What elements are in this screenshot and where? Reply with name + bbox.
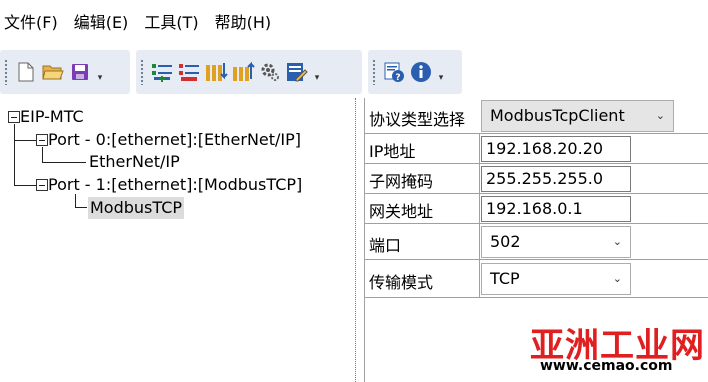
chevron-down-icon: ⌄ — [612, 235, 622, 248]
new-file-icon[interactable] — [14, 60, 38, 84]
tree-node-label: EtherNet/IP — [89, 152, 180, 171]
select-value: TCP — [490, 269, 520, 288]
toolbar-group-file: ▾ — [0, 50, 130, 94]
tree-connector — [14, 124, 15, 186]
tree-node-port1[interactable]: Port - 1:[ethernet]:[ModbusTCP] — [36, 174, 302, 196]
tree-node-label: Port - 1:[ethernet]:[ModbusTCP] — [48, 175, 303, 194]
tree-node-root[interactable]: EIP-MTC — [8, 106, 84, 128]
toolbar-overflow-icon[interactable]: ▾ — [312, 59, 322, 85]
property-row-mask: 子网掩码 255.255.255.0 — [365, 164, 708, 194]
menu-bar: 文件(F) 编辑(E) 工具(T) 帮助(H) — [0, 0, 708, 46]
collapse-icon[interactable] — [36, 134, 48, 146]
tree-node-port0[interactable]: Port - 0:[ethernet]:[EtherNet/IP] — [36, 129, 301, 151]
collapse-icon[interactable] — [36, 179, 48, 191]
property-row-gateway: 网关地址 192.168.0.1 — [365, 194, 708, 224]
menu-edit[interactable]: 编辑(E) — [68, 13, 135, 33]
subnet-mask-field[interactable]: 255.255.255.0 — [481, 166, 631, 192]
toolbar-group-ports: ▾ — [136, 50, 362, 94]
toolbar: ▾ ▾ ? ▾ — [0, 50, 708, 94]
divider — [479, 164, 480, 193]
tree-connector — [75, 207, 87, 208]
transfer-mode-select[interactable]: TCP ⌄ — [481, 263, 631, 295]
open-folder-icon[interactable] — [41, 60, 65, 84]
tree-node-label: EIP-MTC — [20, 107, 84, 126]
tree-node-ethernetip[interactable]: EtherNet/IP — [89, 151, 180, 173]
port-select[interactable]: 502 ⌄ — [481, 226, 631, 258]
property-row-ip: IP地址 192.168.20.20 — [365, 134, 708, 164]
property-row-port: 端口 502 ⌄ — [365, 224, 708, 260]
panel-splitter[interactable] — [355, 98, 356, 382]
device-tree: EIP-MTC Port - 0:[ethernet]:[EtherNet/IP… — [0, 98, 352, 382]
watermark: 亚洲工业网 www.cemao.com — [530, 318, 708, 382]
toolbar-grip[interactable] — [372, 59, 376, 85]
info-icon[interactable] — [409, 60, 433, 84]
tree-connector — [75, 194, 76, 208]
tree-connector — [14, 140, 36, 141]
menu-help[interactable]: 帮助(H) — [209, 13, 278, 33]
property-label: 协议类型选择 — [369, 110, 466, 129]
property-label: 传输模式 — [369, 273, 434, 292]
divider — [479, 194, 480, 223]
tree-connector — [42, 162, 86, 163]
property-row-protocol: 协议类型选择 ModbusTcpClient ⌄ — [365, 98, 708, 134]
svg-text:?: ? — [395, 73, 400, 83]
tree-node-modbustcp[interactable]: ModbusTCP — [88, 197, 185, 219]
tree-node-label: ModbusTCP — [90, 198, 183, 217]
divider — [479, 224, 480, 259]
property-label: 端口 — [369, 236, 402, 255]
menu-tools[interactable]: 工具(T) — [138, 13, 204, 33]
tree-connector — [42, 147, 43, 163]
divider — [479, 134, 480, 163]
export-icon[interactable] — [231, 60, 255, 84]
property-row-mode: 传输模式 TCP ⌄ — [365, 260, 708, 298]
tree-connector — [14, 185, 36, 186]
property-label: IP地址 — [369, 142, 416, 161]
help-icon[interactable]: ? — [382, 60, 406, 84]
chevron-down-icon: ⌄ — [612, 272, 622, 285]
property-label: 网关地址 — [369, 202, 434, 221]
remove-port-icon[interactable] — [177, 60, 201, 84]
toolbar-group-help: ? ▾ — [368, 50, 462, 94]
ip-address-field[interactable]: 192.168.20.20 — [481, 136, 631, 162]
toolbar-grip[interactable] — [140, 59, 144, 85]
watermark-url: www.cemao.com — [540, 358, 673, 374]
protocol-select[interactable]: ModbusTcpClient ⌄ — [481, 100, 674, 132]
select-value: ModbusTcpClient — [490, 106, 625, 125]
add-port-icon[interactable] — [150, 60, 174, 84]
divider — [479, 260, 480, 297]
select-value: 502 — [490, 232, 521, 251]
save-icon[interactable] — [68, 60, 92, 84]
import-icon[interactable] — [204, 60, 228, 84]
menu-file[interactable]: 文件(F) — [0, 13, 64, 33]
tree-node-label: Port - 0:[ethernet]:[EtherNet/IP] — [48, 130, 302, 149]
edit-icon[interactable] — [285, 60, 309, 84]
property-label: 子网掩码 — [369, 172, 434, 191]
gateway-field[interactable]: 192.168.0.1 — [481, 196, 631, 222]
collapse-icon[interactable] — [8, 111, 20, 123]
settings-icon[interactable] — [258, 60, 282, 84]
toolbar-overflow-icon[interactable]: ▾ — [95, 59, 105, 85]
chevron-down-icon: ⌄ — [655, 109, 665, 122]
toolbar-grip[interactable] — [4, 59, 8, 85]
toolbar-overflow-icon[interactable]: ▾ — [436, 59, 446, 85]
